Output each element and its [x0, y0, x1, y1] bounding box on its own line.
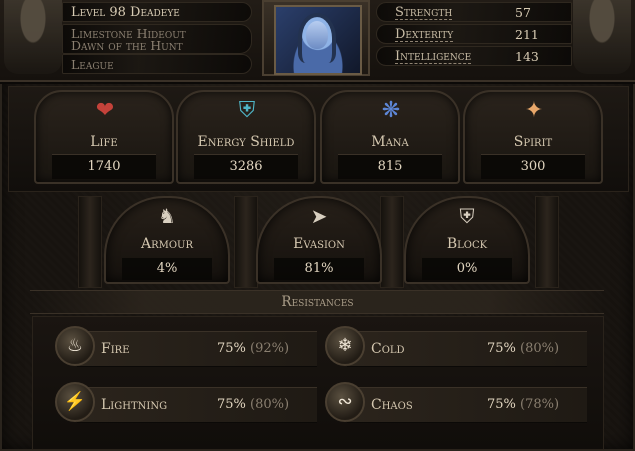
attribute-value: 211	[515, 27, 539, 42]
pillar-ornament	[380, 196, 404, 288]
cold-icon: ❄	[325, 326, 365, 366]
stat-value: 815	[338, 154, 442, 179]
resistance-cold[interactable]: ❄ Cold 75% (80%)	[325, 326, 587, 367]
resistances-title: Resistances	[281, 294, 354, 310]
resistance-current: 75%	[217, 341, 246, 356]
energy-shield-icon: ⛨	[238, 98, 256, 123]
pillar-ornament	[535, 196, 559, 288]
heart-icon: ❤	[95, 98, 115, 123]
defence-value: 0%	[422, 258, 512, 280]
attribute-name: Dexterity	[395, 27, 454, 42]
resistance-current: 75%	[217, 397, 246, 412]
pillar-ornament	[234, 196, 258, 288]
attribute-name: Intelligence	[395, 49, 472, 64]
portrait-frame	[262, 0, 370, 76]
character-header: Level 98 Deadeye Limestone Hideout Dawn …	[0, 0, 635, 82]
lightning-icon: ⚡	[55, 382, 95, 422]
attributes-list: Strength 57 Dexterity 211 Intelligence 1…	[376, 0, 576, 74]
resistance-lightning[interactable]: ⚡ Lightning 75% (80%)	[55, 382, 317, 423]
character-league-label: League	[62, 54, 252, 74]
stat-label: Life	[90, 134, 118, 150]
resistance-fire[interactable]: ♨ Fire 75% (92%)	[55, 326, 317, 367]
mana-icon: ❋	[381, 98, 401, 123]
resistance-max: (80%)	[520, 341, 560, 356]
resistance-name: Lightning	[101, 397, 168, 413]
evasion-icon: ➤	[310, 204, 328, 228]
defence-value: 81%	[274, 258, 364, 280]
portrait-face	[306, 21, 328, 49]
attribute-intelligence[interactable]: Intelligence 143	[376, 46, 572, 66]
chaos-icon: ∾	[325, 382, 365, 422]
resistance-name: Fire	[101, 341, 130, 357]
defence-label: Evasion	[293, 236, 345, 252]
stat-mana[interactable]: ❋ Mana 815	[320, 90, 460, 184]
resistance-value: 75% (80%)	[487, 332, 559, 366]
stat-spirit[interactable]: ✦ Spirit 300	[463, 90, 603, 184]
attribute-dexterity[interactable]: Dexterity 211	[376, 24, 572, 44]
resistances-panel: ♨ Fire 75% (92%) ❄ Cold 75% (80%) ⚡ Ligh…	[32, 316, 604, 450]
stat-label: Mana	[371, 134, 409, 150]
attribute-value: 57	[515, 5, 531, 20]
resistance-max: (78%)	[520, 397, 560, 412]
character-portrait[interactable]	[274, 5, 362, 75]
resistance-current: 75%	[487, 397, 516, 412]
pillar-ornament	[78, 196, 102, 288]
defence-label: Block	[446, 236, 488, 252]
resistance-value: 75% (78%)	[487, 388, 559, 422]
fire-icon: ♨	[55, 326, 95, 366]
stat-value: 3286	[194, 154, 298, 179]
character-info: Level 98 Deadeye Limestone Hideout Dawn …	[62, 0, 258, 74]
stat-value: 1740	[52, 154, 156, 179]
attribute-value: 143	[515, 49, 539, 64]
stat-label: Spirit	[513, 134, 553, 150]
stat-value: 300	[481, 154, 585, 179]
resistance-name: Chaos	[371, 397, 413, 413]
resistance-name: Cold	[371, 341, 405, 357]
defence-value: 4%	[122, 258, 212, 280]
character-level-class: Level 98 Deadeye	[62, 2, 252, 22]
resistance-max: (80%)	[250, 397, 290, 412]
stat-label: Energy Shield	[197, 134, 295, 150]
attribute-strength[interactable]: Strength 57	[376, 2, 572, 22]
resistance-value: 75% (80%)	[217, 388, 289, 422]
spirit-icon: ✦	[524, 98, 544, 123]
character-area-league: Limestone Hideout Dawn of the Hunt	[62, 24, 252, 54]
stat-energy-shield[interactable]: ⛨ Energy Shield 3286	[176, 90, 316, 184]
stat-life[interactable]: ❤ Life 1740	[34, 90, 174, 184]
defence-label: Armour	[140, 236, 194, 252]
left-statue-ornament	[4, 0, 62, 74]
armour-icon: ♞	[158, 204, 176, 228]
resistance-current: 75%	[487, 341, 516, 356]
resistance-value: 75% (92%)	[217, 332, 289, 366]
attribute-name: Strength	[395, 5, 453, 20]
right-statue-ornament	[573, 0, 631, 74]
character-league-name: Dawn of the Hunt	[71, 38, 183, 53]
block-icon: ⛨	[459, 204, 475, 228]
resistance-chaos[interactable]: ∾ Chaos 75% (78%)	[325, 382, 587, 423]
resistance-max: (92%)	[250, 341, 290, 356]
